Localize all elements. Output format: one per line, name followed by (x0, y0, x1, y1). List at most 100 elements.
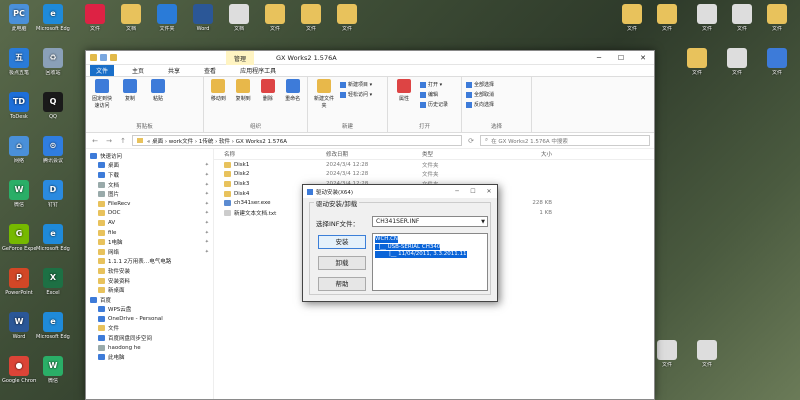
nav-item[interactable]: 1电脑 ✦ (86, 237, 213, 247)
nav-item[interactable]: AV ✦ (86, 218, 213, 228)
nav-item[interactable]: DOC ✦ (86, 209, 213, 219)
desktop-icon[interactable]: 五极点五笔 (2, 48, 36, 76)
desktop-icon[interactable]: 文档 (222, 4, 256, 32)
nav-item[interactable]: 文档 ✦ (86, 180, 213, 190)
desktop-icon[interactable]: 文件 (78, 4, 112, 32)
driver-install-dialog[interactable]: 驱动安装(X64) ─ ☐ ✕ 驱动安装/卸载 选择INF文件： CH341SE… (302, 184, 498, 302)
desktop-icon[interactable]: ⊙ 腾讯会议 (36, 136, 70, 164)
nav-item[interactable]: OneDrive - Personal (86, 314, 213, 324)
nav-item[interactable]: 软件安装 (86, 266, 213, 276)
tab-home[interactable]: 主页 (126, 65, 150, 76)
desktop-icon[interactable]: e Microsoft Edge (36, 312, 70, 340)
desktop-icon[interactable]: e Microsoft Edge (36, 4, 70, 32)
nav-item[interactable]: 1.1.1 2万用表…电气电路 (86, 257, 213, 267)
desktop-icon[interactable]: ● Google Chrome (2, 356, 36, 384)
refresh-icon[interactable]: ⟳ (466, 137, 476, 145)
desktop-icon[interactable]: W 微信 (2, 180, 36, 208)
column-type[interactable]: 类型 (422, 150, 502, 158)
desktop-icon[interactable]: P PowerPoint (2, 268, 36, 296)
desktop-icon[interactable]: W Word (2, 312, 36, 340)
desktop-icon[interactable]: X Excel (36, 268, 70, 296)
desktop-icon[interactable]: 文件 (680, 48, 714, 76)
edit-button[interactable]: 编辑 (420, 91, 448, 98)
back-arrow-icon[interactable]: ← (90, 137, 100, 145)
desktop-icon[interactable]: 文件 (615, 4, 649, 32)
nav-item[interactable]: 文件 (86, 324, 213, 334)
forward-arrow-icon[interactable]: → (104, 137, 114, 145)
desktop-icon[interactable]: 文件 (720, 48, 754, 76)
nav-item[interactable]: 新桌面 (86, 285, 213, 295)
uninstall-button[interactable]: 卸载 (318, 256, 366, 270)
desktop-icon[interactable]: 文件 (760, 4, 794, 32)
desktop-icon[interactable]: 文件 (725, 4, 759, 32)
nav-item[interactable]: 图片 ✦ (86, 189, 213, 199)
tab-share[interactable]: 共享 (162, 65, 186, 76)
inf-file-select[interactable]: CH341SER.INF ▼ (372, 216, 488, 227)
desktop-icon[interactable]: Word (186, 4, 220, 32)
minimize-button[interactable]: ─ (588, 51, 610, 65)
tab-view[interactable]: 查看 (198, 65, 222, 76)
close-button[interactable]: ✕ (632, 51, 654, 65)
select-none-button[interactable]: 全部取消 (466, 91, 494, 98)
help-button[interactable]: 帮助 (318, 277, 366, 291)
desktop-icon[interactable]: 文件 (330, 4, 364, 32)
manage-context-tab[interactable]: 管理 (226, 51, 255, 65)
nav-item[interactable]: 百度网盘同步空间 (86, 333, 213, 343)
desktop-icon[interactable]: TD ToDesk (2, 92, 36, 120)
explorer-titlebar[interactable]: 管理 GX Works2 1.576A ─ ☐ ✕ (86, 51, 654, 65)
desktop-icon[interactable]: ♻ 回收站 (36, 48, 70, 76)
file-row[interactable]: Disk2 2024/3/4 12:28 文件夹 (214, 170, 654, 180)
nav-item[interactable]: 桌面 ✦ (86, 161, 213, 171)
nav-item[interactable]: file ✦ (86, 228, 213, 238)
maximize-button[interactable]: ☐ (465, 185, 481, 198)
desktop-icon[interactable]: 文档 (114, 4, 148, 32)
dialog-titlebar[interactable]: 驱动安装(X64) ─ ☐ ✕ (303, 185, 497, 198)
file-row[interactable]: Disk1 2024/3/4 12:28 文件夹 (214, 160, 654, 170)
desktop-icon[interactable]: 文件 (650, 4, 684, 32)
nav-item[interactable]: 百度 (86, 295, 213, 305)
desktop-icon[interactable]: 文件 (760, 48, 794, 76)
desktop-icon[interactable]: 文件夹 (150, 4, 184, 32)
history-button[interactable]: 历史记录 (420, 101, 448, 108)
select-all-button[interactable]: 全部选择 (466, 81, 494, 88)
minimize-button[interactable]: ─ (449, 185, 465, 198)
search-box[interactable]: ⌕ 在 GX Works2 1.576A 中搜索 (480, 135, 650, 146)
maximize-button[interactable]: ☐ (610, 51, 632, 65)
desktop-icon[interactable]: D 钉钉 (36, 180, 70, 208)
address-bar[interactable]: « 桌面 › work文件 › 1传统 › 软件 › GX Works2 1.5… (132, 135, 462, 146)
nav-item[interactable]: haodong he (86, 343, 213, 353)
desktop-icon[interactable]: ⌂ 网络 (2, 136, 36, 164)
nav-item[interactable]: 安装资料 (86, 276, 213, 286)
invert-selection-button[interactable]: 反向选择 (466, 101, 494, 108)
desktop-icon[interactable]: 文件 (690, 340, 724, 368)
nav-item[interactable]: 快速访问 (86, 151, 213, 161)
desktop-icon[interactable]: 文件 (258, 4, 292, 32)
easy-access-button[interactable]: 轻松访问 ▾ (340, 91, 372, 98)
desktop-icon[interactable]: PC 此电脑 (2, 4, 36, 32)
desktop-icon[interactable]: e Microsoft Edge (36, 224, 70, 252)
column-date[interactable]: 修改日期 (326, 150, 422, 158)
nav-item[interactable]: FileRecv ✦ (86, 199, 213, 209)
desktop-icon[interactable]: 文件 (294, 4, 328, 32)
up-arrow-icon[interactable]: ↑ (118, 137, 128, 145)
desktop-icon[interactable]: W 微信 (36, 356, 70, 384)
column-size[interactable]: 大小 (502, 150, 552, 158)
nav-item[interactable]: 下载 ✦ (86, 170, 213, 180)
open-button[interactable]: 打开 ▾ (420, 81, 448, 88)
nav-item[interactable]: WPS云盘 (86, 305, 213, 315)
tab-app-tools[interactable]: 应用程序工具 (234, 65, 282, 76)
tab-file[interactable]: 文件 (90, 65, 115, 76)
nav-item[interactable]: 网络 ✦ (86, 247, 213, 257)
desktop-icon[interactable]: G GeForce Experience (2, 224, 36, 252)
column-name[interactable]: 名称 (214, 150, 326, 158)
new-item-button[interactable]: 新建项目 ▾ (340, 81, 372, 88)
close-button[interactable]: ✕ (481, 185, 497, 198)
desktop-icon[interactable]: 文件 (650, 340, 684, 368)
navigation-pane[interactable]: 快速访问 桌面 ✦ 下载 ✦ 文档 ✦ 图片 ✦ FileRecv ✦ DOC ✦ AV ✦ file ✦ 1电脑… (86, 149, 214, 399)
new-folder-icon[interactable] (110, 54, 117, 61)
desktop-icon[interactable]: 文件 (690, 4, 724, 32)
nav-item[interactable]: 此电脑 (86, 352, 213, 362)
desktop-icon[interactable]: Q QQ (36, 92, 70, 120)
install-button[interactable]: 安装 (318, 235, 366, 249)
save-icon[interactable] (100, 54, 107, 61)
